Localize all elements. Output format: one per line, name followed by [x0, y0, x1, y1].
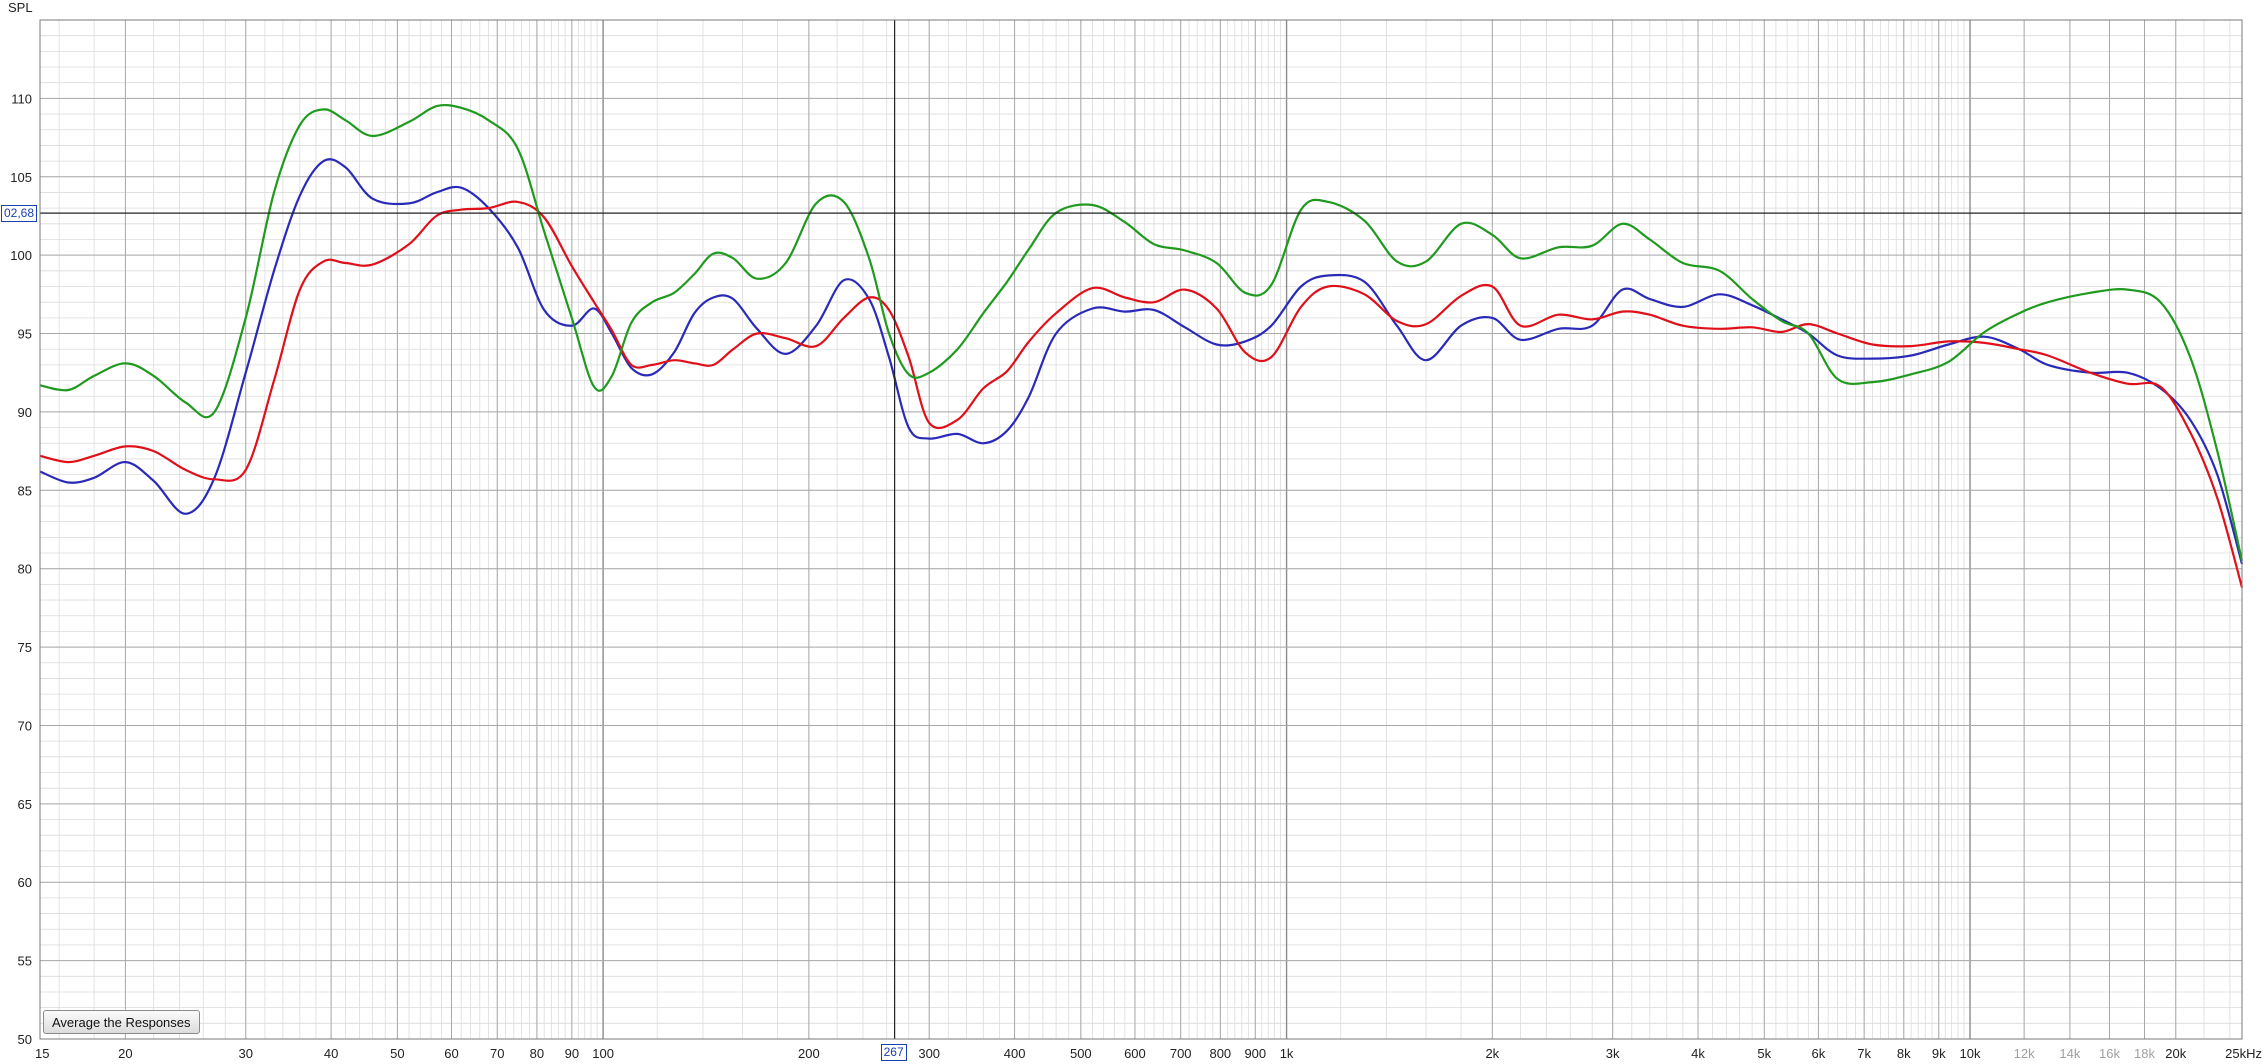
x-tick-label: 100: [592, 1046, 614, 1061]
x-tick-label: 20: [118, 1046, 132, 1061]
x-tick-label: 18k: [2134, 1046, 2155, 1061]
y-tick-label: 100: [10, 248, 32, 263]
x-tick-label: 300: [918, 1046, 940, 1061]
x-axis-tick-labels: 15 20 30 40 50 60 70 80 90 100 200 300 400 500 600 700 8…: [35, 1046, 2262, 1061]
y-tick-label: 90: [18, 405, 32, 420]
x-tick-label: 14k: [2059, 1046, 2080, 1061]
x-tick-label: 8k: [1897, 1046, 1911, 1061]
y-tick-label: 60: [18, 875, 32, 890]
x-tick-label: 700: [1170, 1046, 1192, 1061]
x-tick-label: 90: [565, 1046, 579, 1061]
x-tick-label: 10k: [1960, 1046, 1981, 1061]
average-responses-button[interactable]: Average the Responses: [43, 1010, 200, 1034]
x-tick-label: 1k: [1280, 1046, 1294, 1061]
x-tick-label: 25kHz: [2225, 1046, 2262, 1061]
y-tick-label: 75: [18, 640, 32, 655]
x-tick-label: 16k: [2099, 1046, 2120, 1061]
cursor-spl-readout: 02,68: [1, 205, 38, 223]
y-tick-label: 110: [11, 91, 32, 106]
x-tick-label: 6k: [1812, 1046, 1826, 1061]
x-tick-label: 40: [324, 1046, 338, 1061]
y-tick-label: 55: [18, 954, 32, 969]
y-axis-tick-labels: 50 55 60 65 70 75 80 85 90 95 100 105 110: [10, 91, 32, 1047]
x-tick-label: 3k: [1606, 1046, 1620, 1061]
y-tick-label: 85: [18, 483, 32, 498]
frequency-response-chart[interactable]: 15 20 30 40 50 60 70 80 90 100 200 300 400 500 600 700 8…: [0, 0, 2267, 1064]
y-tick-label: 80: [18, 562, 32, 577]
x-tick-label: 400: [1004, 1046, 1026, 1061]
x-tick-label: 60: [444, 1046, 458, 1061]
y-tick-label: 70: [18, 718, 32, 733]
x-tick-label: 20k: [2165, 1046, 2186, 1061]
y-tick-label: 50: [18, 1032, 32, 1047]
x-tick-label: 30: [239, 1046, 253, 1061]
x-tick-label: 5k: [1757, 1046, 1771, 1061]
x-tick-label: 500: [1070, 1046, 1092, 1061]
x-tick-label: 600: [1124, 1046, 1146, 1061]
y-tick-label: 95: [18, 327, 32, 342]
x-tick-label: 4k: [1691, 1046, 1705, 1061]
x-tick-label: 80: [530, 1046, 544, 1061]
x-tick-label: 15: [35, 1046, 49, 1061]
x-tick-label: 9k: [1932, 1046, 1946, 1061]
x-tick-label: 70: [490, 1046, 504, 1061]
y-tick-label: 65: [18, 797, 32, 812]
x-tick-label: 50: [390, 1046, 404, 1061]
x-tick-label: 200: [798, 1046, 820, 1061]
cursor-frequency-readout: 267: [880, 1044, 907, 1061]
x-tick-label: 12k: [2014, 1046, 2035, 1061]
y-axis-label: SPL: [8, 0, 33, 15]
x-tick-label: 800: [1209, 1046, 1231, 1061]
y-tick-label: 105: [10, 170, 32, 185]
x-tick-label: 2k: [1485, 1046, 1499, 1061]
plot-background: [40, 20, 2242, 1039]
x-tick-label: 7k: [1857, 1046, 1871, 1061]
x-tick-label: 900: [1244, 1046, 1266, 1061]
